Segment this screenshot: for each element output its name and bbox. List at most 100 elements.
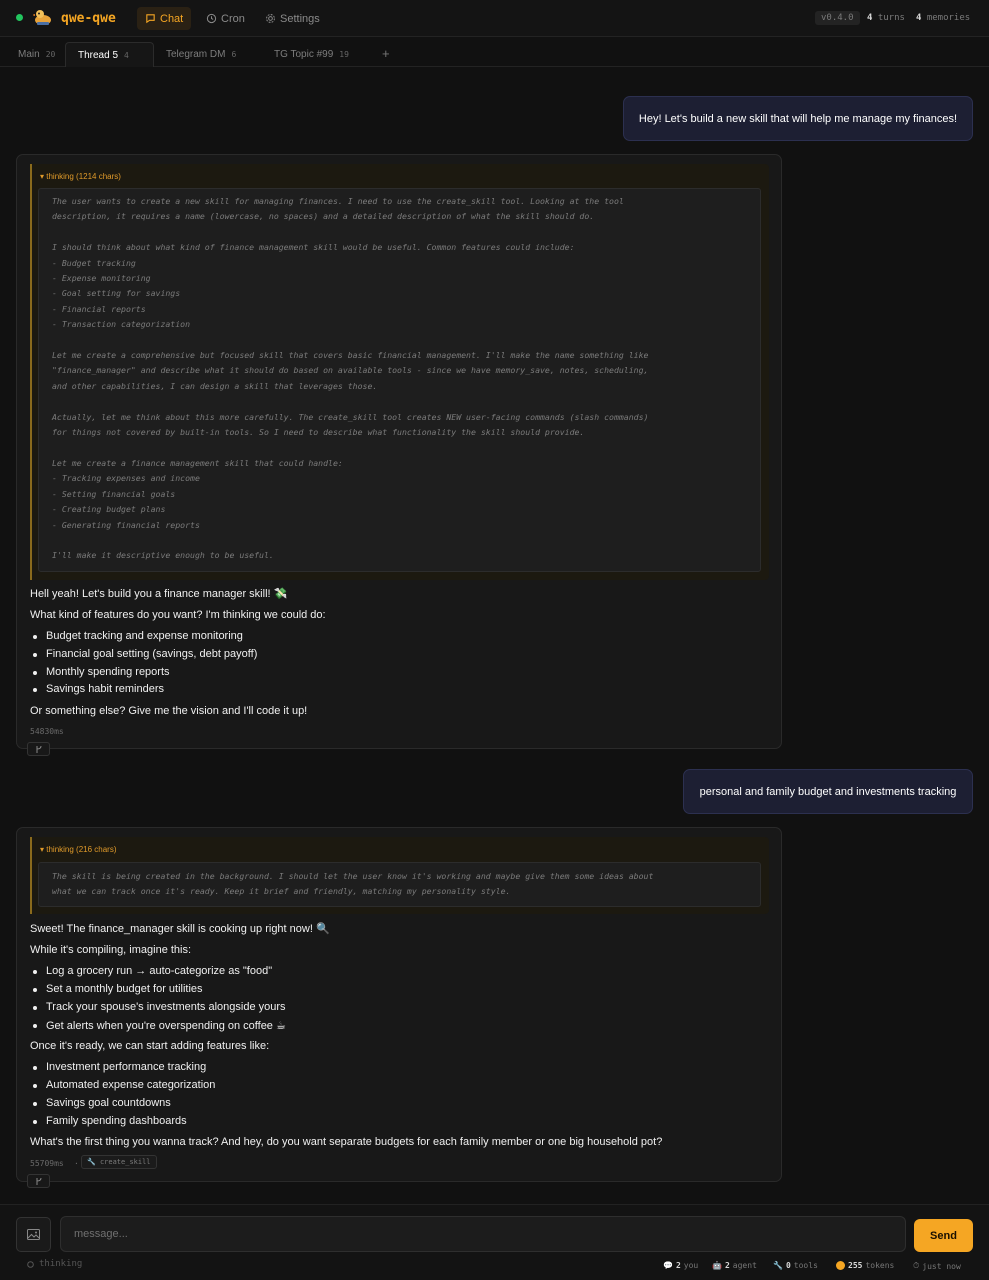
thread-tabs: Main 20 Thread 5 4 Telegram DM 6 TG Topi…: [0, 37, 989, 67]
app-name: qwe-qwe: [61, 11, 116, 26]
duck-logo-icon: [33, 10, 51, 25]
response-time: 55709ms: [30, 1159, 64, 1168]
list-item: Track your spouse's investments alongsid…: [33, 1001, 286, 1013]
turns-stat: 4 turns: [867, 13, 905, 23]
memories-count: 4: [916, 13, 922, 23]
tab-tg-topic-99[interactable]: TG Topic #99 19: [262, 42, 367, 67]
you-label: you: [683, 1261, 699, 1270]
tab-thread-5[interactable]: Thread 5 4: [65, 42, 154, 67]
gear-icon: [266, 14, 275, 23]
agent-outro: Or something else? Give me the vision an…: [30, 705, 308, 717]
tab-main[interactable]: Main 20: [6, 42, 64, 67]
message-input[interactable]: [60, 1216, 906, 1252]
list-item: Investment performance tracking: [32, 1061, 207, 1073]
user-message-text: personal and family budget and investmen…: [699, 785, 957, 798]
memories-stat: 4 memories: [916, 13, 970, 23]
response-time: 54830ms: [30, 727, 64, 736]
thinking-toggle[interactable]: ▾ thinking (216 chars): [40, 845, 117, 854]
tab-label: Thread 5: [78, 49, 119, 61]
clock-icon: [206, 13, 217, 24]
list-item: Automated expense categorization: [32, 1079, 216, 1091]
agent-message: ▾ thinking (1214 chars) The user wants t…: [16, 154, 782, 749]
thinking-text: The skill is being created in the backgr…: [38, 862, 761, 907]
agent-outro: What's the first thing you wanna track? …: [30, 1136, 663, 1148]
turns-count: 4: [867, 13, 873, 23]
branch-button[interactable]: [27, 742, 50, 756]
list-item: Budget tracking and expense monitoring: [33, 630, 243, 642]
thinking-block: ▾ thinking (216 chars) The skill is bein…: [30, 837, 769, 914]
chat-bubble-icon: [146, 14, 155, 24]
list-item: Family spending dashboards: [33, 1115, 187, 1127]
tools-label: tools: [793, 1261, 818, 1270]
user-message: Hey! Let's build a new skill that will h…: [623, 96, 973, 141]
meta-separator: ·: [74, 1159, 79, 1168]
image-icon: [27, 1229, 40, 1240]
tool-name: create_skill: [99, 1158, 151, 1166]
nav-cron[interactable]: Cron: [198, 7, 253, 30]
agent-question: What kind of features do you want? I'm t…: [30, 609, 326, 621]
wrench-icon: 🔧: [87, 1158, 96, 1166]
nav-settings-label: Settings: [280, 12, 320, 25]
send-button[interactable]: Send: [914, 1219, 973, 1252]
thinking-status-label: thinking: [39, 1259, 83, 1269]
list-item: Financial goal setting (savings, debt pa…: [32, 648, 258, 660]
agent-intro: Hell yeah! Let's build you a finance man…: [30, 588, 288, 600]
wrench-icon: 🔧: [773, 1261, 783, 1270]
nav-chat[interactable]: Chat: [137, 7, 192, 30]
tab-count: 19: [339, 50, 349, 59]
robot-icon: 🤖: [712, 1261, 722, 1270]
tab-count: 6: [231, 50, 237, 59]
list-item: Savings goal countdowns: [33, 1097, 171, 1109]
add-tab-button[interactable]: +: [382, 46, 390, 61]
nav-chat-label: Chat: [160, 12, 184, 25]
branch-button[interactable]: [27, 1174, 50, 1188]
clock-icon: ⏱: [913, 1261, 920, 1270]
list-item: Monthly spending reports: [33, 666, 170, 678]
attach-image-button[interactable]: [16, 1217, 51, 1252]
agent-count: 2: [724, 1261, 730, 1270]
tab-label: Main: [18, 49, 40, 60]
tab-count: 4: [124, 50, 129, 60]
thinking-status: thinking: [27, 1259, 82, 1269]
user-message: personal and family budget and investmen…: [683, 769, 973, 814]
speech-bubble-icon: 💬: [663, 1261, 673, 1270]
agent-count-stat: 🤖 2 agent: [712, 1261, 757, 1270]
turns-label: turns: [877, 13, 905, 23]
list-item: Set a monthly budget for utilities: [33, 983, 203, 995]
tokens-count: 255: [848, 1261, 863, 1270]
list-item: Get alerts when you're overspending on c…: [33, 1020, 286, 1032]
branch-icon: [36, 745, 41, 753]
thinking-block: ▾ thinking (1214 chars) The user wants t…: [30, 164, 769, 580]
tab-count: 20: [45, 50, 56, 59]
you-count-stat: 💬 2 you: [663, 1261, 698, 1270]
tools-count: 0: [785, 1261, 791, 1270]
version-badge: v0.4.0: [815, 11, 860, 25]
tab-telegram-dm[interactable]: Telegram DM 6: [154, 42, 254, 67]
composer: Send thinking 💬 2 you 🤖 2 agent 🔧 0 tool…: [0, 1204, 989, 1280]
agent-ready: Once it's ready, we can start adding fea…: [30, 1040, 270, 1052]
thinking-text: The user wants to create a new skill for…: [38, 188, 761, 572]
agent-compiling: While it's compiling, imagine this:: [30, 944, 192, 956]
tab-label: TG Topic #99: [274, 49, 334, 60]
agent-label: agent: [732, 1261, 757, 1270]
coin-icon: [836, 1261, 845, 1270]
list-item: Log a grocery run → auto-categorize as "…: [32, 965, 273, 977]
agent-intro: Sweet! The finance_manager skill is cook…: [30, 923, 330, 935]
last-update-stat: ⏱ just now: [913, 1261, 961, 1271]
tab-label: Telegram DM: [166, 49, 226, 60]
agent-message: ▾ thinking (216 chars) The skill is bein…: [16, 827, 782, 1182]
tokens-label: tokens: [865, 1261, 895, 1270]
you-count: 2: [675, 1261, 681, 1270]
list-item: Savings habit reminders: [32, 683, 165, 695]
nav-cron-label: Cron: [221, 12, 245, 25]
branch-icon: [36, 1177, 41, 1185]
tools-count-stat: 🔧 0 tools: [773, 1261, 818, 1270]
circle-icon: [27, 1260, 34, 1268]
top-bar: qwe-qwe Chat Cron Settings v0.4.0 4 turn…: [0, 0, 989, 37]
status-dot: [16, 14, 23, 21]
tool-chip[interactable]: 🔧 create_skill: [81, 1155, 157, 1169]
tokens-count-stat: 255 tokens: [836, 1261, 894, 1270]
user-message-text: Hey! Let's build a new skill that will h…: [638, 112, 958, 125]
nav-settings[interactable]: Settings: [257, 7, 328, 30]
thinking-toggle[interactable]: ▾ thinking (1214 chars): [40, 172, 121, 181]
